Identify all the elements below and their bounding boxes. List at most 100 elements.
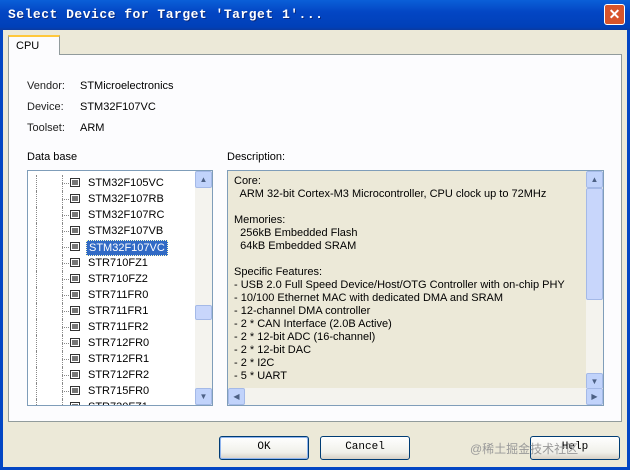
- chip-icon: [70, 354, 80, 363]
- tree-connector: [36, 399, 38, 405]
- tree-item-label: STR715FR0: [88, 385, 150, 397]
- tab-cpu[interactable]: CPU: [8, 35, 60, 55]
- tree-item-label: STR712FR0: [88, 337, 150, 349]
- tree-item[interactable]: STR711FR0: [28, 287, 198, 303]
- description-horizontal-scrollbar[interactable]: ◀ ▶: [228, 388, 603, 405]
- description-line: Memories:: [234, 214, 286, 226]
- tree-item[interactable]: STR712FR1: [28, 351, 198, 367]
- description-vertical-scrollbar[interactable]: ▲ ▼: [586, 171, 603, 390]
- tree-connector: [62, 343, 69, 344]
- tree-connector: [62, 311, 69, 312]
- tree-item[interactable]: STM32F107RC: [28, 207, 198, 223]
- tree-item[interactable]: STR712FR0: [28, 335, 198, 351]
- tree-item[interactable]: STM32F107VC: [28, 239, 198, 256]
- description-line: Specific Features:: [234, 266, 323, 278]
- tree-item[interactable]: STR730FZ1: [28, 399, 198, 405]
- tree-connector: [62, 231, 69, 232]
- tree-connector: [62, 399, 64, 405]
- close-icon: ✕: [608, 6, 621, 22]
- chip-icon: [70, 386, 80, 395]
- chip-icon: [70, 258, 80, 267]
- title-bar: Select Device for Target 'Target 1'... ✕: [0, 0, 630, 30]
- description-line: - 2 * 12-bit DAC: [234, 344, 312, 356]
- description-line: - 2 * 12-bit ADC (16-channel): [234, 331, 376, 343]
- tree-connector: [62, 375, 69, 376]
- tree-connector: [62, 215, 69, 216]
- tree-item[interactable]: STM32F107RB: [28, 191, 198, 207]
- vendor-value: STMicroelectronics: [80, 80, 174, 92]
- watermark: @稀土掘金技术社区: [470, 442, 579, 456]
- tree-connector: [36, 287, 38, 303]
- chip-icon: [70, 242, 80, 251]
- tree-connector: [62, 359, 69, 360]
- tree-connector: [62, 263, 69, 264]
- tree-connector: [36, 255, 38, 271]
- scroll-down-icon[interactable]: ▼: [195, 388, 212, 405]
- tree-connector: [36, 223, 38, 239]
- tree-item[interactable]: STR710FZ1: [28, 255, 198, 271]
- ok-button[interactable]: OK: [219, 436, 309, 460]
- tree-item-label: STM32F107RC: [88, 209, 165, 221]
- toolset-value: ARM: [80, 122, 105, 134]
- tree-item[interactable]: STR712FR2: [28, 367, 198, 383]
- chip-icon: [70, 194, 80, 203]
- desc-scroll-right-icon[interactable]: ▶: [586, 388, 603, 405]
- tree-item[interactable]: STM32F107VB: [28, 223, 198, 239]
- tree-item-label: STR711FR0: [88, 289, 149, 301]
- tree-connector: [36, 207, 38, 223]
- tree-item-label: STR711FR2: [88, 321, 149, 333]
- tree-item[interactable]: STM32F105VC: [28, 175, 198, 191]
- chip-icon: [70, 306, 80, 315]
- description-label: Description:: [227, 151, 286, 163]
- tree-connector: [36, 383, 38, 399]
- tree-connector: [62, 391, 69, 392]
- description-line: - USB 2.0 Full Speed Device/Host/OTG Con…: [234, 279, 565, 291]
- toolset-label: Toolset:: [27, 122, 65, 134]
- description-box[interactable]: Core: ARM 32-bit Cortex-M3 Microcontroll…: [227, 170, 604, 406]
- tree-item-label: STR712FR2: [88, 369, 150, 381]
- scroll-up-icon[interactable]: ▲: [195, 171, 212, 188]
- scroll-thumb[interactable]: [195, 305, 212, 320]
- device-value: STM32F107VC: [80, 101, 156, 113]
- description-line: 64kB Embedded SRAM: [234, 240, 357, 252]
- tree-item-label: STM32F105VC: [88, 177, 164, 189]
- tree-connector: [62, 295, 69, 296]
- desc-scroll-thumb[interactable]: [586, 188, 603, 300]
- window-title: Select Device for Target 'Target 1'...: [8, 7, 324, 22]
- tree-connector: [62, 327, 69, 328]
- tree-item-label: STM32F107VC: [86, 240, 168, 256]
- chip-icon: [70, 178, 80, 187]
- tree-item-label: STR730FZ1: [86, 400, 150, 405]
- tree-connector: [36, 303, 38, 319]
- description-line: 256kB Embedded Flash: [234, 227, 358, 239]
- tree-connector: [62, 247, 69, 248]
- description-line: Core:: [234, 175, 261, 187]
- tree-connector: [62, 199, 69, 200]
- description-line: - 2 * CAN Interface (2.0B Active): [234, 318, 392, 330]
- cancel-button[interactable]: Cancel: [320, 436, 410, 460]
- tree-connector: [62, 279, 69, 280]
- tree-connector: [36, 351, 38, 367]
- tree-connector: [36, 367, 38, 383]
- desc-scroll-up-icon[interactable]: ▲: [586, 171, 603, 188]
- chip-icon: [70, 274, 80, 283]
- description-line: - 5 * UART: [234, 370, 287, 382]
- device-label: Device:: [27, 101, 64, 113]
- tree-item-label: STR710FZ1: [88, 257, 148, 269]
- desc-scroll-left-icon[interactable]: ◀: [228, 388, 245, 405]
- tree-item-label: STM32F107RB: [88, 193, 164, 205]
- tree-item[interactable]: STR710FZ2: [28, 271, 198, 287]
- description-line: - 10/100 Ethernet MAC with dedicated DMA…: [234, 292, 504, 304]
- tree-vertical-scrollbar[interactable]: ▲ ▼: [195, 171, 212, 405]
- chip-icon: [70, 226, 80, 235]
- description-line: ARM 32-bit Cortex-M3 Microcontroller, CP…: [234, 188, 547, 200]
- description-line: - 2 * I2C: [234, 357, 275, 369]
- tree-item-label: STR712FR1: [88, 353, 150, 365]
- tree-item-label: STM32F107VB: [88, 225, 164, 237]
- close-button[interactable]: ✕: [604, 4, 625, 25]
- tree-item[interactable]: STR715FR0: [28, 383, 198, 399]
- chip-icon: [70, 210, 80, 219]
- tree-item[interactable]: STR711FR2: [28, 319, 198, 335]
- device-tree[interactable]: STM32F105VC STM32F107RB STM32F107RC STM32F1…: [27, 170, 213, 406]
- tree-item[interactable]: STR711FR1: [28, 303, 198, 319]
